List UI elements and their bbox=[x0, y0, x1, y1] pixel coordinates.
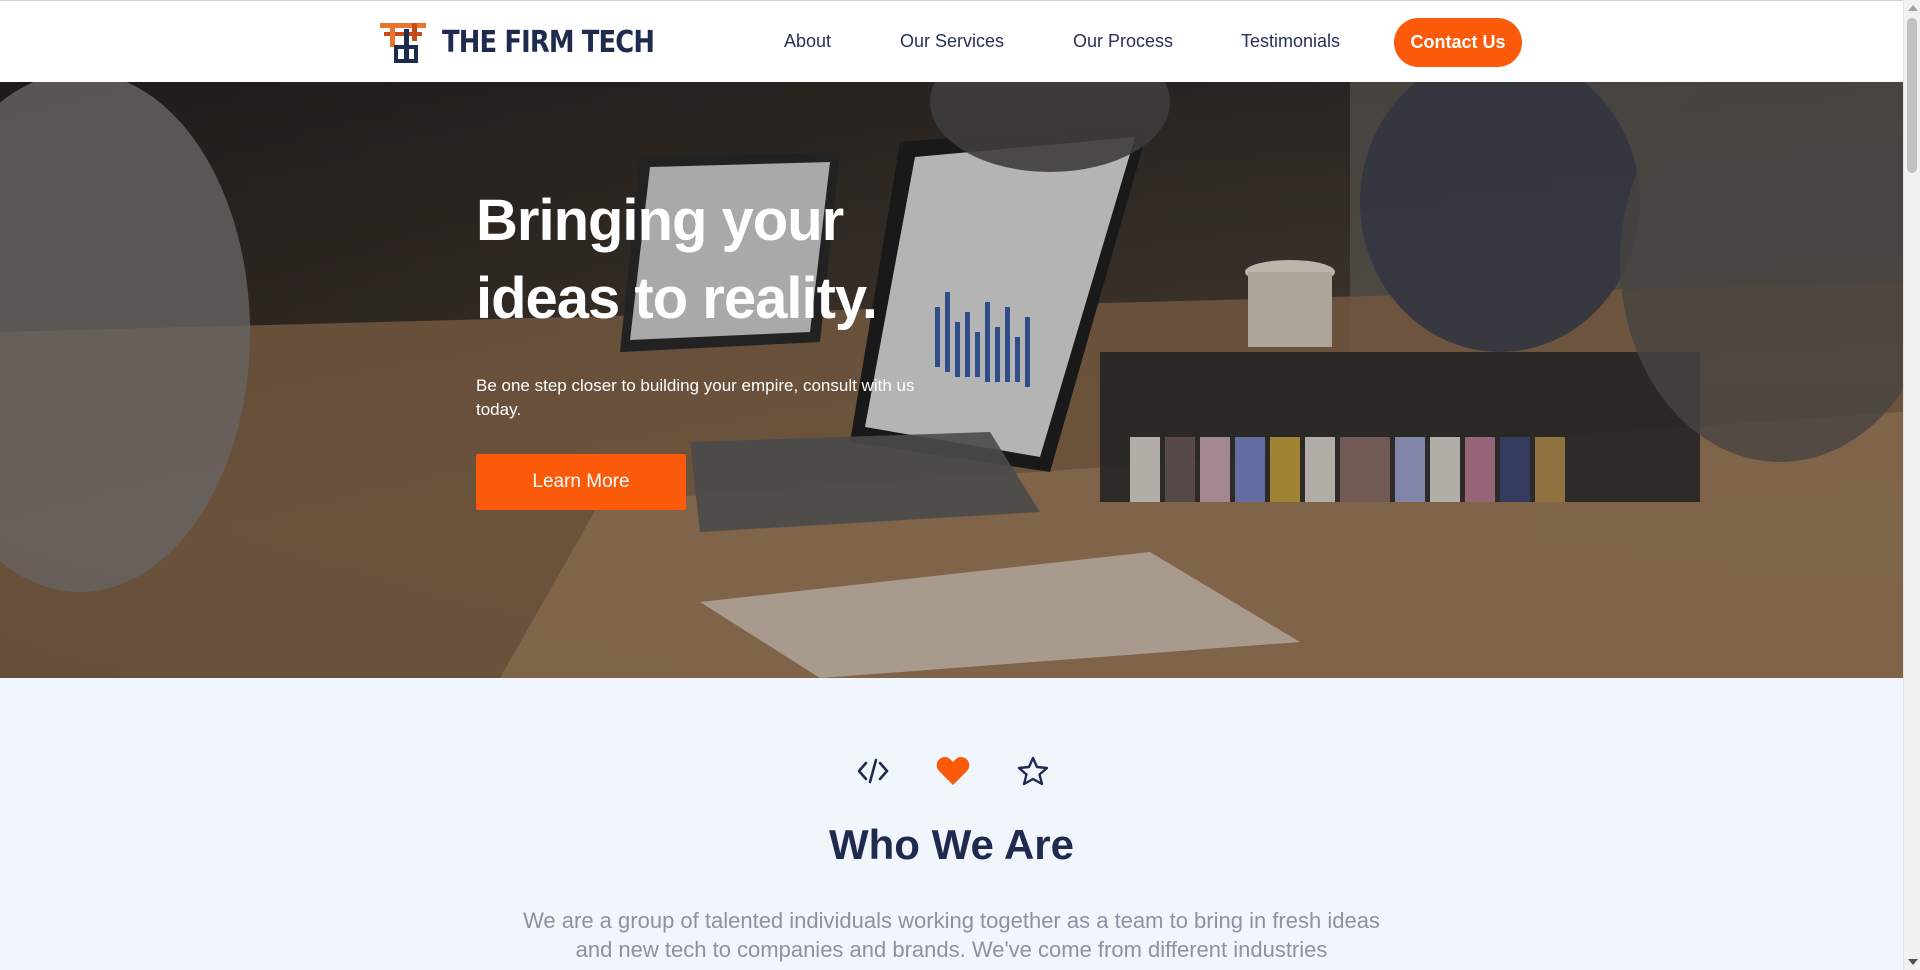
hero-title-line-1: Bringing your bbox=[476, 188, 844, 253]
nav-testimonials[interactable]: Testimonials bbox=[1241, 31, 1340, 52]
page: THE FIRM TECH About Our Services Our Pro… bbox=[0, 0, 1920, 970]
hero-section: Bringing your ideas to reality. Be one s… bbox=[0, 82, 1903, 678]
hero-background-image bbox=[0, 82, 1903, 678]
who-we-are-text: We are a group of talented individuals w… bbox=[523, 908, 1380, 962]
who-we-are-section: Who We Are We are a group of talented in… bbox=[0, 678, 1903, 970]
who-we-are-title: Who We Are bbox=[828, 821, 1074, 868]
scroll-down-arrow-icon[interactable] bbox=[1908, 959, 1918, 965]
code-icon bbox=[855, 753, 891, 789]
nav-our-services[interactable]: Our Services bbox=[900, 31, 1004, 52]
hero-title-line-2: ideas to reality. bbox=[476, 266, 878, 331]
scroll-up-arrow-icon[interactable] bbox=[1908, 5, 1918, 11]
scroll-thumb[interactable] bbox=[1907, 18, 1917, 173]
nav-our-process[interactable]: Our Process bbox=[1073, 31, 1173, 52]
learn-more-button[interactable]: Learn More bbox=[476, 454, 686, 510]
hero-content: Bringing your ideas to reality. Be one s… bbox=[476, 182, 946, 510]
firm-tech-logo-icon bbox=[380, 23, 426, 63]
site-header: THE FIRM TECH About Our Services Our Pro… bbox=[0, 0, 1903, 82]
heart-icon bbox=[935, 753, 971, 789]
nav-about[interactable]: About bbox=[784, 31, 831, 52]
feature-icons bbox=[855, 753, 1051, 789]
hero-title: Bringing your ideas to reality. bbox=[476, 182, 946, 338]
page-scrollbar[interactable] bbox=[1903, 0, 1920, 970]
brand-logo[interactable]: THE FIRM TECH bbox=[380, 21, 689, 63]
star-icon bbox=[1015, 753, 1051, 789]
brand-name: THE FIRM TECH bbox=[442, 24, 655, 60]
contact-us-button[interactable]: Contact Us bbox=[1394, 18, 1522, 67]
hero-subtitle: Be one step closer to building your empi… bbox=[476, 376, 915, 419]
